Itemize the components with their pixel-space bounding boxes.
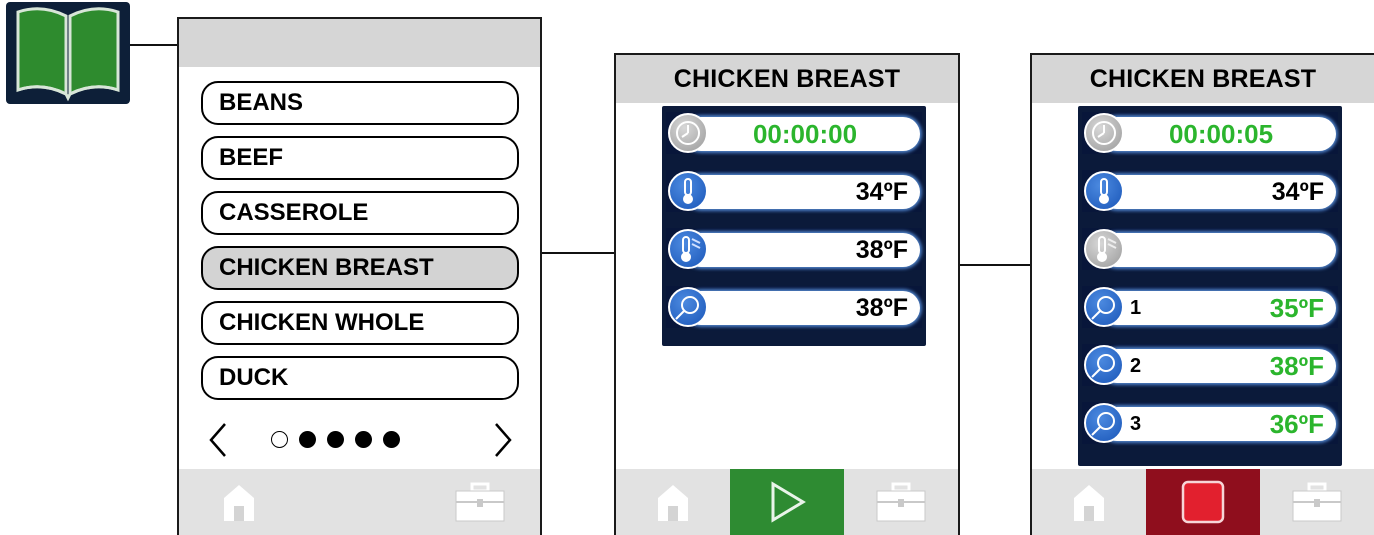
list-item-chicken-breast[interactable]: CHICKEN BREAST [201, 246, 519, 290]
probe-temp-value: 38ºF [684, 291, 920, 325]
setpoint-thermometer-icon [668, 229, 708, 269]
connector-detail-to-running [960, 264, 1032, 266]
probe-2-row: 2 38ºF [1082, 344, 1338, 386]
thermometer-icon [668, 171, 708, 211]
home-button[interactable] [179, 469, 299, 535]
recipe-book-icon[interactable] [6, 2, 130, 104]
bottom-bar [179, 469, 540, 535]
readings-panel: 00:00:00 34ºF 38ºF 38ºF [662, 106, 926, 346]
list-item-casserole[interactable]: CASSEROLE [201, 191, 519, 235]
thermometer-icon [1084, 171, 1124, 211]
cabinet-temp-value: 34ºF [684, 175, 920, 209]
setpoint-temp-row [1082, 228, 1338, 270]
page-dot [299, 431, 316, 448]
readings-panel: 00:00:05 34ºF 1 35ºF 2 38ºF 3 36ºF [1078, 106, 1342, 466]
bottom-bar [1032, 469, 1374, 535]
screen-header: CHICKEN BREAST [616, 55, 958, 103]
probe-1-value: 35ºF [1269, 292, 1324, 323]
list-item-duck[interactable]: DUCK [201, 356, 519, 400]
connector-list-to-detail [541, 252, 616, 254]
next-page-button[interactable] [492, 421, 514, 459]
probe-1-number: 1 [1130, 296, 1142, 319]
play-icon [771, 481, 806, 523]
start-button[interactable] [730, 469, 844, 535]
probe-3-reading: 3 36ºF [1100, 407, 1336, 441]
probe-2-value: 38ºF [1269, 350, 1324, 381]
home-button[interactable] [1032, 469, 1146, 535]
probe-3-row: 3 36ºF [1082, 402, 1338, 444]
setpoint-temp-value [1100, 233, 1336, 267]
open-book-icon [16, 7, 120, 102]
toolbox-button[interactable] [420, 469, 540, 535]
screen-header [179, 19, 540, 67]
toolbox-icon [455, 482, 505, 522]
home-icon [224, 485, 255, 521]
probe-2-number: 2 [1130, 354, 1142, 377]
home-icon [1074, 485, 1104, 521]
timer-row: 00:00:00 [666, 112, 922, 154]
list-item-beans[interactable]: BEANS [201, 81, 519, 125]
connector-book-to-list [130, 44, 178, 46]
setpoint-thermometer-icon [1084, 229, 1124, 269]
pager [179, 417, 540, 463]
page-dot-current [271, 431, 288, 448]
stop-icon [1181, 480, 1225, 524]
toolbox-icon [876, 482, 926, 522]
clock-icon [668, 113, 708, 153]
setpoint-temp-value: 38ºF [684, 233, 920, 267]
setpoint-temp-row: 38ºF [666, 228, 922, 270]
cabinet-temp-row: 34ºF [666, 170, 922, 212]
page-dot [383, 431, 400, 448]
recipe-detail-screen: CHICKEN BREAST 00:00:00 34ºF 38ºF 38ºF [614, 53, 960, 535]
probe-icon [1084, 345, 1124, 385]
probe-1-reading: 1 35ºF [1100, 291, 1336, 325]
home-icon [658, 485, 688, 521]
home-button[interactable] [616, 469, 730, 535]
page-dot [355, 431, 372, 448]
toolbox-icon [1292, 482, 1342, 522]
cabinet-temp-value: 34ºF [1100, 175, 1336, 209]
screen-header: CHICKEN BREAST [1032, 55, 1374, 103]
probe-1-row: 1 35ºF [1082, 286, 1338, 328]
probe-icon [1084, 403, 1124, 443]
prev-page-button[interactable] [207, 421, 229, 459]
stop-button[interactable] [1146, 469, 1260, 535]
recipe-running-screen: CHICKEN BREAST 00:00:05 34ºF 1 35ºF 2 38… [1030, 53, 1374, 535]
clock-icon [1084, 113, 1124, 153]
bottom-bar [616, 469, 958, 535]
cabinet-temp-row: 34ºF [1082, 170, 1338, 212]
toolbox-button[interactable] [844, 469, 958, 535]
page-dot [327, 431, 344, 448]
page-indicator [271, 431, 400, 448]
timer-value: 00:00:05 [1100, 117, 1336, 151]
probe-icon [668, 287, 708, 327]
probe-2-reading: 2 38ºF [1100, 349, 1336, 383]
probe-3-value: 36ºF [1269, 408, 1324, 439]
probe-icon [1084, 287, 1124, 327]
toolbox-button[interactable] [1260, 469, 1374, 535]
list-item-chicken-whole[interactable]: CHICKEN WHOLE [201, 301, 519, 345]
timer-value: 00:00:00 [684, 117, 920, 151]
probe-temp-row: 38ºF [666, 286, 922, 328]
recipe-list-screen: BEANS BEEF CASSEROLE CHICKEN BREAST CHIC… [177, 17, 542, 535]
timer-row: 00:00:05 [1082, 112, 1338, 154]
probe-3-number: 3 [1130, 412, 1142, 435]
list-item-beef[interactable]: BEEF [201, 136, 519, 180]
